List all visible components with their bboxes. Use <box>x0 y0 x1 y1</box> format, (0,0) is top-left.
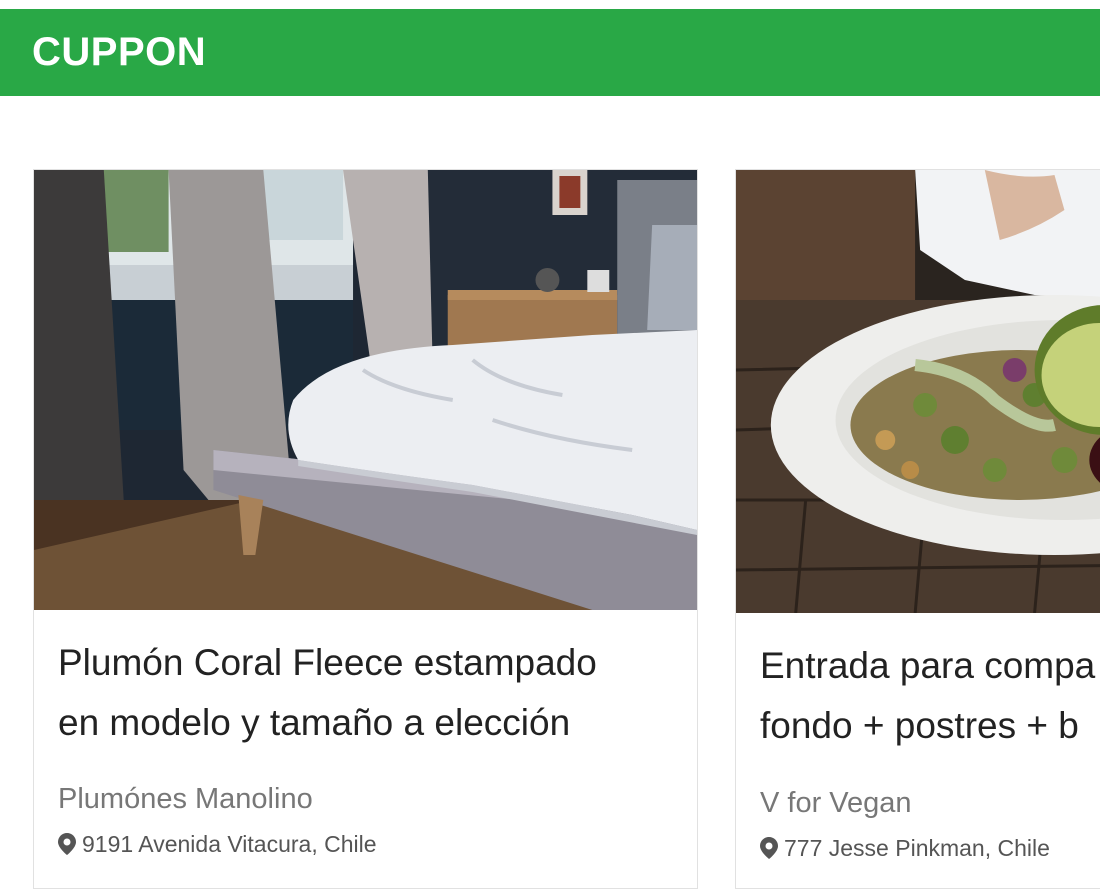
deal-card[interactable]: Plumón Coral Fleece estampado en modelo … <box>33 169 698 889</box>
deal-title-line-1: Plumón Coral Fleece estampado <box>58 642 597 683</box>
address-text: 9191 Avenida Vitacura, Chile <box>82 831 377 857</box>
merchant-name[interactable]: V for Vegan <box>760 787 912 820</box>
map-pin-icon <box>760 837 778 859</box>
deal-title-line-2: en modelo y tamaño a elección <box>58 702 571 743</box>
top-strip <box>0 0 1100 9</box>
merchant-name[interactable]: Plumónes Manolino <box>58 783 313 816</box>
deal-title[interactable]: Plumón Coral Fleece estampado en modelo … <box>58 633 678 753</box>
deal-title-line-2: fondo + postres + b <box>760 705 1079 746</box>
brand-logo[interactable]: CUPPON <box>32 9 206 96</box>
map-pin-icon <box>58 833 76 855</box>
deal-title[interactable]: Entrada para compa fondo + postres + b <box>760 636 1100 756</box>
deal-location: 9191 Avenida Vitacura, Chile <box>58 831 377 858</box>
deal-image[interactable] <box>736 170 1100 613</box>
bedroom-photo <box>34 170 697 610</box>
deal-title-line-1: Entrada para compa <box>760 645 1096 686</box>
vegan-plate-photo <box>736 170 1100 613</box>
address-text: 777 Jesse Pinkman, Chile <box>784 835 1050 861</box>
deal-card[interactable]: Entrada para compa fondo + postres + b V… <box>735 169 1100 889</box>
navbar: CUPPON <box>0 9 1100 96</box>
deal-image[interactable] <box>34 170 697 610</box>
